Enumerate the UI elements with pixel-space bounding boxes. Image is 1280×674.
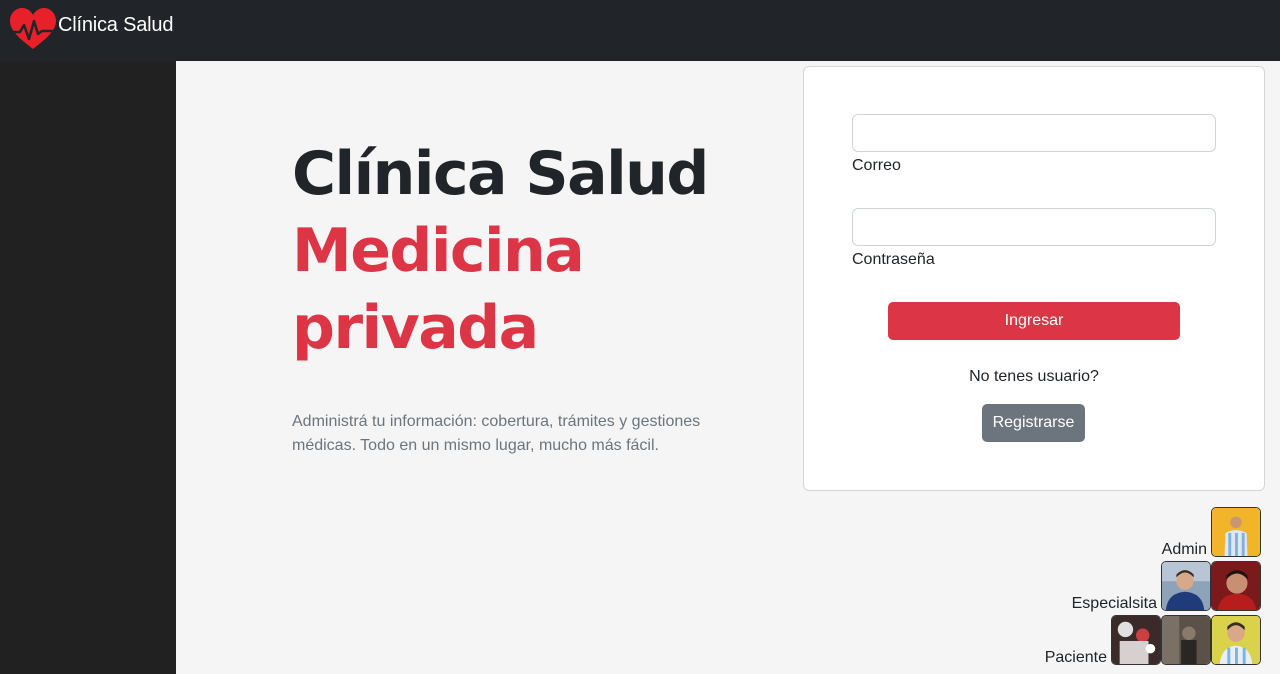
- email-label: Correo: [852, 157, 901, 174]
- quick-access-patient-label: Paciente: [1044, 649, 1107, 666]
- email-field[interactable]: [852, 114, 1216, 152]
- no-user-text: No tenes usuario?: [969, 368, 1099, 385]
- brand-link[interactable]: Clínica Salud: [8, 7, 173, 51]
- quick-access-specialist-label: Especialsita: [1071, 595, 1157, 612]
- patient-avatar-1[interactable]: [1111, 615, 1161, 665]
- top-navbar: Clínica Salud: [0, 0, 1280, 61]
- hero-subtitle-line2: privada: [292, 293, 539, 363]
- patient-avatar-3[interactable]: [1211, 615, 1261, 665]
- brand-text: Clínica Salud: [58, 13, 174, 36]
- specialist-avatar-1[interactable]: [1161, 561, 1211, 611]
- user-photo-icon: [1212, 616, 1260, 664]
- sidebar: [0, 61, 176, 674]
- hero: Clínica Salud Medicina privada: [292, 136, 752, 367]
- login-button[interactable]: Ingresar: [888, 302, 1180, 340]
- user-photo-icon: [1212, 508, 1260, 556]
- patient-avatar-2[interactable]: [1161, 615, 1211, 665]
- hero-title: Clínica Salud: [292, 139, 709, 209]
- hero-subtitle-line1: Medicina: [292, 216, 585, 286]
- user-photo-icon: [1112, 616, 1160, 664]
- heart-pulse-icon: [8, 8, 58, 49]
- password-label: Contraseña: [852, 251, 935, 268]
- specialist-avatar-2[interactable]: [1211, 561, 1261, 611]
- password-field[interactable]: [852, 208, 1216, 246]
- user-photo-icon: [1212, 562, 1260, 610]
- login-card: Correo Contraseña Ingresar No tenes usua…: [803, 66, 1265, 491]
- user-photo-icon: [1162, 562, 1210, 610]
- quick-access-admin-label: Admin: [1161, 541, 1207, 558]
- hero-description: Administrá tu información: cobertura, tr…: [292, 413, 701, 454]
- register-button[interactable]: Registrarse: [982, 404, 1085, 442]
- admin-avatar[interactable]: [1211, 507, 1261, 557]
- user-photo-icon: [1162, 616, 1210, 664]
